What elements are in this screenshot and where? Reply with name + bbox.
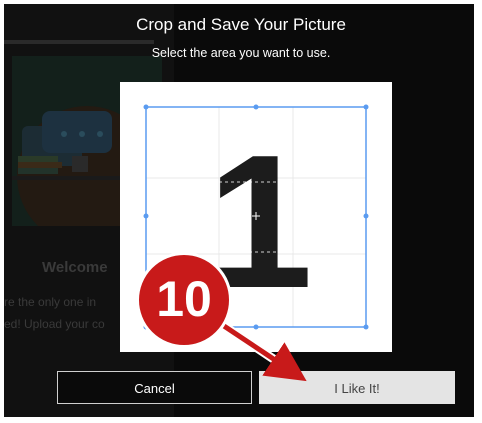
background-text-line-2: ed! Upload your co	[4, 317, 105, 331]
step-number-badge: 10	[136, 252, 232, 348]
background-text-line-1: re the only one in	[4, 295, 97, 309]
background-banner	[4, 40, 154, 44]
i-like-it-button[interactable]: I Like It!	[259, 371, 455, 404]
dialog-overlay: Welcome re the only one in ed! Upload yo…	[4, 4, 474, 417]
cancel-button[interactable]: Cancel	[57, 371, 252, 404]
dialog-title: Crop and Save Your Picture	[136, 15, 346, 34]
background-welcome-heading: Welcome	[42, 259, 108, 276]
crop-handle-top	[253, 104, 259, 110]
crop-handle-right	[363, 213, 369, 219]
crop-handle-bottom-right	[363, 324, 369, 330]
crop-handle-top-left	[143, 104, 149, 110]
crop-handle-left	[143, 213, 149, 219]
crop-handle-top-right	[363, 104, 369, 110]
dialog-subtitle: Select the area you want to use.	[151, 46, 331, 60]
crop-handle-bottom	[253, 324, 259, 330]
